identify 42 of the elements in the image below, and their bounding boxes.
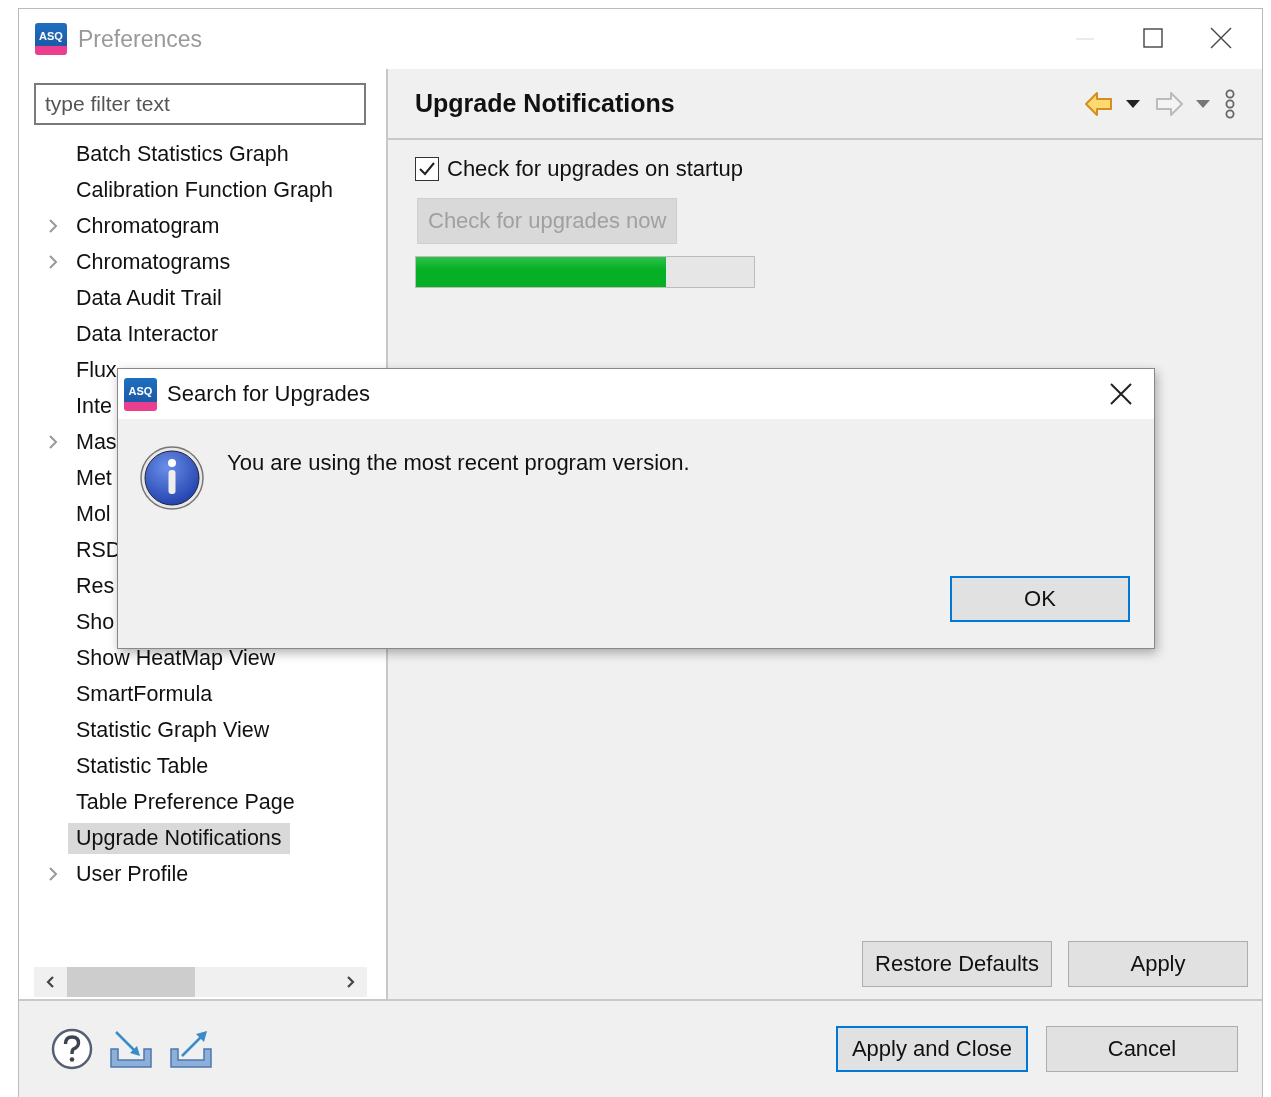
tree-item[interactable]: Chromatogram xyxy=(68,210,228,242)
restore-defaults-button[interactable]: Restore Defaults xyxy=(862,941,1052,987)
tree-item[interactable]: Inte xyxy=(68,390,120,422)
help-icon[interactable] xyxy=(50,1027,94,1071)
scrollbar-thumb[interactable] xyxy=(67,967,195,997)
expand-icon[interactable] xyxy=(47,218,59,234)
tree-item[interactable]: Chromatograms xyxy=(68,246,239,278)
apply-button[interactable]: Apply xyxy=(1068,941,1248,987)
window-title: Preferences xyxy=(78,25,202,53)
tree-item[interactable]: Batch Statistics Graph xyxy=(68,138,297,170)
apply-and-close-button[interactable]: Apply and Close xyxy=(836,1026,1028,1072)
tree-item[interactable]: Data Interactor xyxy=(68,318,227,350)
more-icon[interactable] xyxy=(1224,88,1236,119)
export-icon[interactable] xyxy=(168,1029,214,1069)
checkbox-label[interactable]: Check for upgrades on startup xyxy=(447,156,743,182)
app-logo: ASQ xyxy=(124,377,157,411)
page-title: Upgrade Notifications xyxy=(415,89,675,118)
dialog-message: You are using the most recent program version. xyxy=(227,450,690,476)
tree-item[interactable]: Table Preference Page xyxy=(68,786,303,818)
tree-item[interactable]: SmartFormula xyxy=(68,678,221,710)
tree-item[interactable]: Calibration Function Graph xyxy=(68,174,341,206)
info-icon xyxy=(139,445,205,511)
dropdown-icon[interactable] xyxy=(1126,99,1140,108)
tree-item[interactable]: Statistic Graph View xyxy=(68,714,278,746)
ok-button[interactable]: OK xyxy=(950,576,1130,622)
cancel-button[interactable]: Cancel xyxy=(1046,1026,1238,1072)
filter-field[interactable]: type filter text xyxy=(34,83,366,125)
horizontal-scrollbar[interactable] xyxy=(34,967,367,997)
tree-item[interactable]: Met xyxy=(68,462,120,494)
tree-item[interactable]: Data Audit Trail xyxy=(68,282,230,314)
tree-item[interactable]: Upgrade Notifications xyxy=(68,822,290,854)
dialog-title: Search for Upgrades xyxy=(167,381,370,407)
app-logo: ASQ xyxy=(35,23,67,55)
checkbox[interactable] xyxy=(415,157,439,181)
back-arrow-icon[interactable] xyxy=(1084,89,1114,118)
expand-icon[interactable] xyxy=(47,434,59,450)
tree-item[interactable]: User Profile xyxy=(68,858,197,890)
tree-item[interactable]: Mol xyxy=(68,498,119,530)
import-icon[interactable] xyxy=(108,1029,154,1069)
expand-icon[interactable] xyxy=(47,254,59,270)
expand-icon[interactable] xyxy=(47,866,59,882)
tree-item[interactable]: Statistic Table xyxy=(68,750,217,782)
